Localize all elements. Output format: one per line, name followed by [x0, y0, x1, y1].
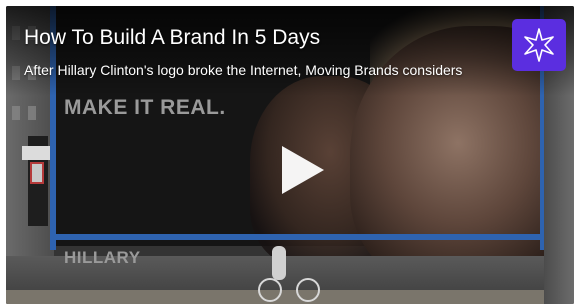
one-way-sign	[22, 146, 50, 160]
billboard-name: HILLARY	[64, 248, 141, 267]
bicycle	[258, 276, 322, 302]
play-icon	[282, 146, 324, 194]
video-player[interactable]: MAKE IT REAL. HILLARY How To Build A Bra…	[6, 6, 574, 304]
cyclist	[272, 246, 286, 280]
video-description: After Hillary Clinton's logo broke the I…	[24, 62, 463, 78]
starburst-logo-icon	[524, 28, 554, 62]
video-title[interactable]: How To Build A Brand In 5 Days	[24, 26, 320, 50]
billboard-frame-bottom	[50, 234, 546, 240]
traffic-sign	[30, 162, 44, 184]
title-overlay	[6, 6, 574, 96]
play-button[interactable]	[272, 138, 332, 202]
channel-logo-badge[interactable]	[512, 19, 566, 71]
billboard-slogan: MAKE IT REAL.	[64, 96, 226, 119]
